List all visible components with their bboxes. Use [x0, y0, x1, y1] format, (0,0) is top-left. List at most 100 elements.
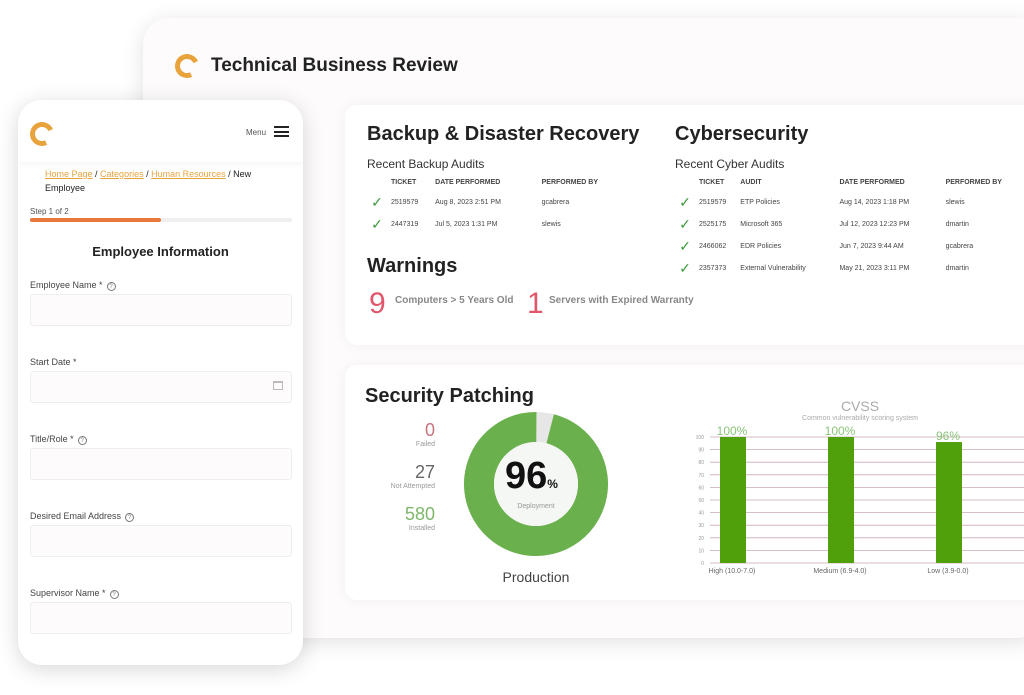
y-tick-label: 10: [698, 548, 704, 554]
y-tick-label: 80: [698, 460, 704, 466]
help-icon[interactable]: ?: [109, 590, 119, 599]
form-input[interactable]: [30, 294, 292, 326]
donut-label: Production: [502, 569, 570, 585]
bar-data-label: 100%: [717, 424, 748, 438]
breadcrumb-separator: /: [143, 169, 152, 179]
field-label-text: Title/Role *: [30, 434, 74, 444]
column-header: TICKET: [391, 178, 417, 186]
table-cell: 2519579: [699, 198, 727, 206]
cvss-chart: CVSSCommon vulnerability scoring system 0…: [696, 398, 1024, 575]
form-title: Employee Information: [92, 244, 229, 259]
breadcrumb-link[interactable]: Human Resources: [151, 169, 226, 179]
form-input[interactable]: [30, 525, 292, 557]
backup-table: TICKET DATE PERFORMED PERFORMED BY ✓ 2519579…: [363, 173, 633, 235]
check-icon: ✓: [679, 259, 691, 276]
y-tick-label: 0: [701, 561, 704, 567]
table-cell: May 21, 2023 3:11 PM: [839, 264, 910, 272]
check-icon: ✓: [679, 237, 691, 254]
table-cell: slewis: [541, 220, 561, 228]
check-icon: ✓: [679, 215, 691, 232]
breadcrumb-separator: /: [225, 169, 234, 179]
table-cell: Jul 5, 2023 1:31 PM: [435, 220, 498, 228]
column-header: AUDIT: [740, 178, 762, 186]
field-label: Start Date *: [30, 357, 77, 367]
patch-stat: 0 Failed: [345, 420, 435, 448]
table-cell: External Vulnerability: [740, 264, 806, 272]
bar-data-label: 100%: [825, 424, 856, 438]
page-title: Technical Business Review: [211, 55, 458, 76]
company-logo: [26, 118, 58, 150]
table-header: TICKET AUDIT DATE PERFORMED PERFORMED BY: [671, 173, 1024, 191]
table-cell: ETP Policies: [740, 198, 780, 206]
menu-label[interactable]: Menu: [246, 128, 266, 137]
table-cell: Jul 12, 2023 12:23 PM: [839, 220, 910, 228]
table-cell: 2357373: [699, 264, 727, 272]
table-row: ✓ 2519579 ETP Policies Aug 14, 2023 1:18 PM…: [671, 191, 1024, 213]
form-input[interactable]: [30, 448, 292, 480]
x-tick-label: Medium (6.9-4.0): [813, 568, 866, 575]
table-cell: gcabrera: [945, 242, 974, 250]
table-cell: Aug 8, 2023 2:51 PM: [435, 198, 501, 206]
bar: [720, 437, 746, 563]
y-tick-label: 60: [698, 485, 704, 491]
hamburger-icon[interactable]: [274, 126, 289, 137]
percent-sign: %: [547, 477, 558, 491]
backup-subtitle: Recent Backup Audits: [367, 157, 485, 171]
table-cell: Aug 14, 2023 1:18 PM: [839, 198, 910, 206]
check-icon: ✓: [371, 193, 383, 210]
backup-title: Backup & Disaster Recovery: [367, 123, 640, 145]
table-row: ✓ 2466062 EDR Policies Jun 7, 2023 9:44 AM g…: [671, 235, 1024, 257]
table-cell: 2447319: [391, 220, 419, 228]
step-label: Step 1 of 2: [30, 207, 69, 216]
x-tick-label: High (10.0-7.0): [709, 568, 756, 575]
y-tick-label: 20: [698, 536, 704, 542]
field-label: Desired Email Address?: [30, 511, 135, 522]
check-icon: ✓: [679, 193, 691, 210]
x-tick-label: Low (3.9-0.0): [927, 568, 968, 575]
table-cell: slewis: [945, 198, 965, 206]
audits-panel: Backup & Disaster Recovery Recent Backup…: [345, 105, 1024, 345]
column-header: DATE PERFORMED: [435, 178, 501, 186]
bar: [828, 437, 854, 563]
field-label: Supervisor Name *?: [30, 588, 119, 599]
field-label: Employee Name *?: [30, 280, 116, 291]
breadcrumb: Home Page / Categories / Human Resources…: [45, 167, 275, 195]
stat-value: 580: [404, 504, 435, 524]
breadcrumb-separator: /: [92, 169, 101, 179]
column-header: PERFORMED BY: [945, 178, 1002, 186]
help-icon[interactable]: ?: [125, 513, 135, 522]
warning-count: 9: [369, 287, 386, 320]
calendar-icon[interactable]: [273, 381, 283, 390]
donut-center-label: Deployment: [517, 503, 555, 510]
cyber-table: TICKET AUDIT DATE PERFORMED PERFORMED BY ✓ 25…: [671, 173, 1024, 279]
field-label-text: Supervisor Name *: [30, 588, 106, 598]
warnings-title: Warnings: [367, 255, 458, 277]
form-input[interactable]: [30, 371, 292, 403]
patch-percent: 96: [505, 455, 548, 497]
check-col: [671, 173, 699, 191]
y-tick-label: 90: [698, 448, 704, 454]
table-row: ✓ 2525175 Microsoft 365 Jul 12, 2023 12:23 …: [671, 213, 1024, 235]
breadcrumb-link[interactable]: Categories: [100, 169, 144, 179]
warning-label: Servers with Expired Warranty: [549, 295, 694, 306]
cyber-title: Cybersecurity: [675, 123, 809, 145]
table-row: ✓ 2519579 Aug 8, 2023 2:51 PM gcabrera: [363, 191, 633, 213]
table-cell: dmartin: [945, 220, 969, 228]
table-cell: EDR Policies: [740, 242, 782, 250]
stat-value: 0: [424, 420, 435, 440]
warning-count: 1: [527, 287, 544, 320]
field-label-text: Employee Name *: [30, 280, 103, 290]
field-label-text: Start Date *: [30, 357, 77, 367]
check-icon: ✓: [371, 215, 383, 232]
table-header: TICKET DATE PERFORMED PERFORMED BY: [363, 173, 633, 191]
form-input[interactable]: [30, 602, 292, 634]
help-icon[interactable]: ?: [77, 436, 87, 445]
bar: [936, 442, 962, 563]
help-icon[interactable]: ?: [106, 282, 116, 291]
check-col: [363, 173, 391, 191]
column-header: PERFORMED BY: [541, 178, 599, 186]
table-cell: 2525175: [699, 220, 727, 228]
mobile-header: Menu: [18, 100, 303, 162]
breadcrumb-link[interactable]: Home Page: [45, 169, 93, 179]
patching-panel: Security Patching 0 Failed 27 Not Attempted…: [345, 365, 1024, 600]
